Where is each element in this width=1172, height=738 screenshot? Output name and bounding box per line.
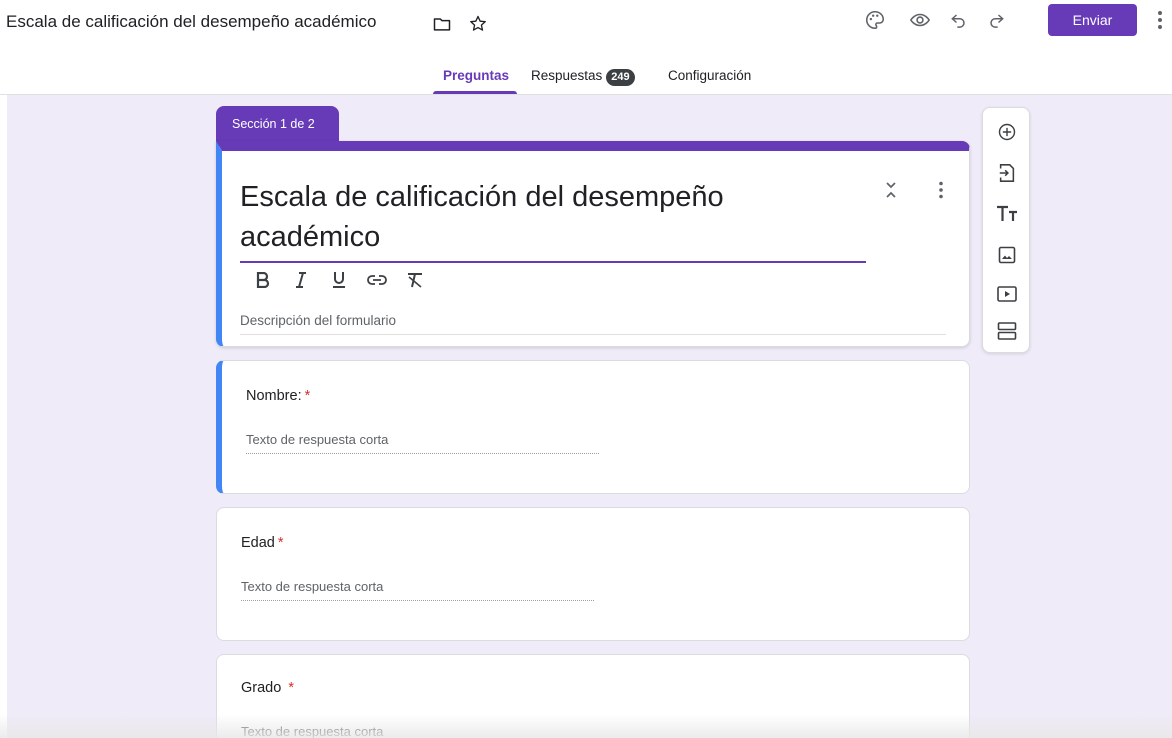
underline-icon[interactable] <box>328 269 350 291</box>
question-card[interactable]: Grado * Texto de respuesta corta <box>216 654 970 738</box>
add-video-icon[interactable] <box>994 281 1020 307</box>
card-more-icon[interactable] <box>928 177 954 203</box>
form-title-input[interactable]: Escala de calificación del desempeño aca… <box>240 177 866 263</box>
preview-icon[interactable] <box>906 6 934 34</box>
tab-respuestas[interactable]: Respuestas 249 <box>531 68 635 86</box>
bold-icon[interactable] <box>252 269 274 291</box>
form-header-card[interactable]: Escala de calificación del desempeño aca… <box>216 141 970 347</box>
send-button[interactable]: Enviar <box>1048 4 1137 36</box>
undo-icon[interactable] <box>945 6 973 34</box>
folder-icon[interactable] <box>430 12 454 36</box>
link-icon[interactable] <box>366 269 388 291</box>
tab-preguntas[interactable]: Preguntas <box>443 68 509 83</box>
question-label: Nombre: <box>246 388 302 404</box>
palette-icon[interactable] <box>861 6 889 34</box>
required-mark: * <box>277 535 284 551</box>
short-answer-field[interactable]: Texto de respuesta corta <box>241 724 594 738</box>
add-title-icon[interactable] <box>994 201 1020 227</box>
responses-count-badge: 249 <box>606 69 635 86</box>
add-section-icon[interactable] <box>994 318 1020 344</box>
question-label: Grado <box>241 680 282 696</box>
add-question-icon[interactable] <box>994 119 1020 145</box>
redo-icon[interactable] <box>982 6 1010 34</box>
question-title: Nombre: * <box>246 388 310 404</box>
question-label: Edad <box>241 535 275 551</box>
star-icon[interactable] <box>466 12 490 36</box>
question-toolbar <box>982 107 1030 353</box>
italic-icon[interactable] <box>290 269 312 291</box>
question-card[interactable]: Nombre: * Texto de respuesta corta <box>216 360 970 494</box>
active-tab-indicator <box>433 91 517 94</box>
collapse-icon[interactable] <box>878 177 904 203</box>
add-image-icon[interactable] <box>994 242 1020 268</box>
app-header: Escala de calificación del desempeño aca… <box>0 0 1172 95</box>
format-toolbar <box>252 269 426 291</box>
short-answer-field[interactable]: Texto de respuesta corta <box>241 579 594 601</box>
form-description-input[interactable]: Descripción del formulario <box>240 313 946 335</box>
form-tabs: Preguntas Respuestas 249 Configuración <box>0 58 1172 95</box>
more-vert-icon[interactable] <box>1150 6 1170 34</box>
required-mark: * <box>288 680 294 696</box>
document-title[interactable]: Escala de calificación del desempeño aca… <box>6 12 376 32</box>
short-answer-field[interactable]: Texto de respuesta corta <box>246 432 599 454</box>
tab-configuracion[interactable]: Configuración <box>668 68 751 83</box>
clear-format-icon[interactable] <box>404 269 426 291</box>
question-title: Grado * <box>241 680 294 696</box>
section-label: Sección 1 de 2 <box>216 106 339 146</box>
import-questions-icon[interactable] <box>994 160 1020 186</box>
question-card[interactable]: Edad * Texto de respuesta corta <box>216 507 970 641</box>
tab-respuestas-label: Respuestas <box>531 68 603 83</box>
required-mark: * <box>304 388 311 404</box>
question-title: Edad * <box>241 535 284 551</box>
